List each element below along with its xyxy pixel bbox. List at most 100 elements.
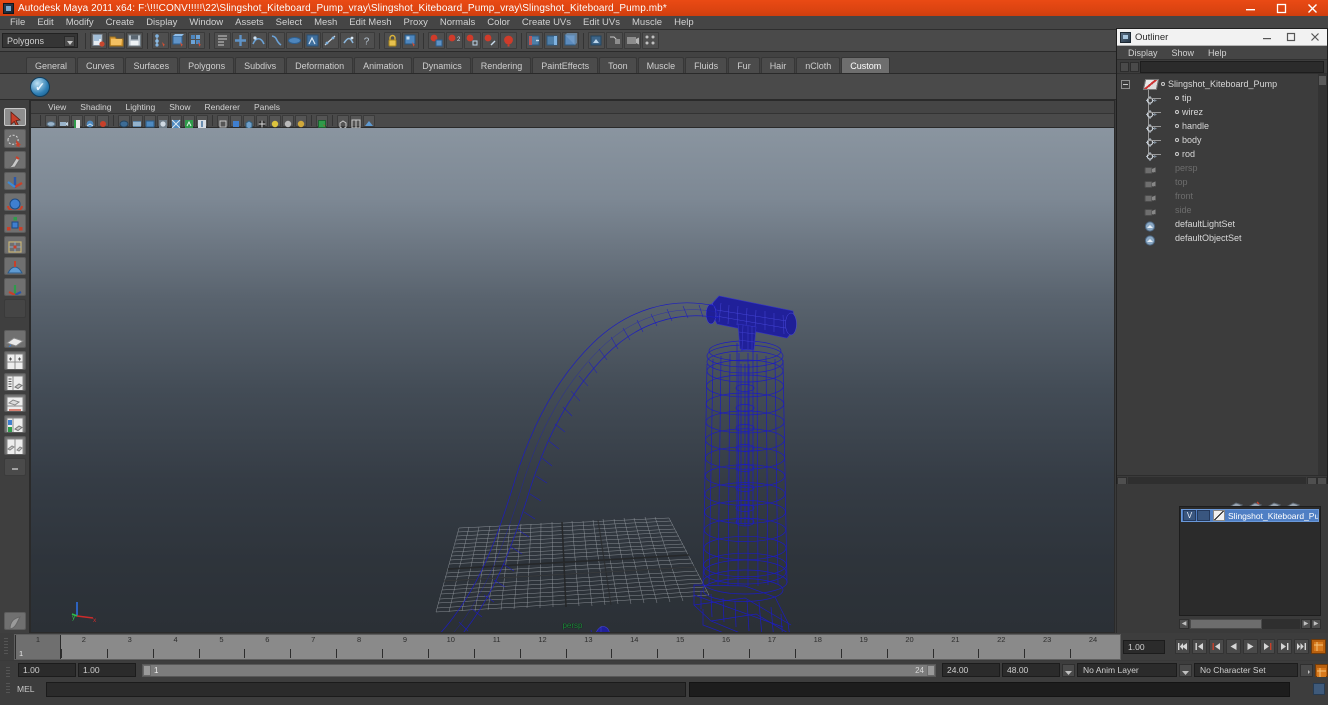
viewport-menu-view[interactable]: View	[41, 101, 73, 114]
single-perspective-layout[interactable]	[3, 330, 26, 349]
rotate-tool[interactable]	[3, 193, 26, 212]
command-language-label[interactable]: MEL	[17, 684, 43, 694]
outliner-item-wirez[interactable]: wirez	[1117, 105, 1327, 119]
select-by-component-type-button[interactable]	[188, 32, 205, 49]
menu-normals[interactable]: Normals	[434, 16, 481, 30]
layer-playback-toggle[interactable]	[1197, 510, 1210, 521]
hypergraph-button[interactable]	[606, 32, 623, 49]
shelf-tab-surfaces[interactable]: Surfaces	[124, 57, 179, 73]
menu-set-dropdown[interactable]: Polygons	[2, 33, 78, 48]
viewport-menu-renderer[interactable]: Renderer	[198, 101, 247, 114]
last-tool-used[interactable]	[3, 299, 26, 318]
render-settings-button[interactable]	[482, 32, 499, 49]
panel-layout-icon[interactable]	[350, 114, 362, 128]
scrollbar-thumb[interactable]	[1319, 76, 1326, 85]
soft-modification-tool[interactable]	[3, 256, 26, 275]
range-start-handle[interactable]	[143, 664, 151, 676]
menu-edit[interactable]: Edit	[31, 16, 59, 30]
help-button[interactable]: ?	[358, 32, 375, 49]
shelf-tab-rendering[interactable]: Rendering	[471, 57, 532, 73]
image-plane-icon[interactable]	[84, 114, 96, 127]
scrollbar-thumb[interactable]	[1190, 618, 1262, 629]
show-sidebar-left-button[interactable]	[526, 32, 543, 49]
menu-create-uvs[interactable]: Create UVs	[516, 16, 577, 30]
scale-tool[interactable]	[3, 214, 26, 233]
lasso-select-tool[interactable]	[3, 129, 26, 148]
menu-muscle[interactable]: Muscle	[626, 16, 668, 30]
snap-to-view-plane-button[interactable]	[286, 32, 303, 49]
snap-to-curve-button[interactable]	[250, 32, 267, 49]
playback-start-field[interactable]: 1.00	[78, 663, 136, 677]
make-live-button[interactable]	[340, 32, 357, 49]
outliner-item-front[interactable]: front	[1117, 189, 1327, 203]
smooth-shade-all-icon[interactable]	[243, 114, 255, 130]
select-tool[interactable]	[3, 108, 26, 127]
menu-mesh[interactable]: Mesh	[308, 16, 343, 30]
show-sidebar-right-button[interactable]	[544, 32, 561, 49]
outliner-item-rod[interactable]: rod	[1117, 147, 1327, 161]
film-gate-icon[interactable]	[131, 114, 143, 127]
xray-joints-icon[interactable]	[337, 114, 349, 130]
select-camera-icon[interactable]	[45, 114, 57, 127]
resolution-gate-icon[interactable]	[144, 114, 156, 127]
construction-history-button[interactable]	[304, 32, 321, 49]
auto-keyframe-icon[interactable]	[1315, 663, 1328, 677]
character-set-dropdown[interactable]: No Character Set	[1194, 663, 1298, 677]
chevron-down-icon[interactable]	[1062, 663, 1075, 677]
hypershade-persp-layout[interactable]	[3, 415, 26, 434]
render-region-button[interactable]	[464, 32, 481, 49]
select-by-hierarchy-button[interactable]	[152, 32, 169, 49]
step-back-key-icon[interactable]	[1192, 639, 1207, 654]
command-line-grip[interactable]	[2, 681, 14, 697]
current-time-field[interactable]: 1.00	[1123, 639, 1165, 654]
playback-end-field[interactable]: 24.00	[942, 663, 1000, 677]
shelf-tab-ncloth[interactable]: nCloth	[796, 57, 841, 73]
shelf-tab-deformation[interactable]: Deformation	[286, 57, 354, 73]
step-forward-frame-icon[interactable]	[1260, 639, 1275, 654]
shelf-tab-polygons[interactable]: Polygons	[179, 57, 235, 73]
command-input[interactable]	[46, 681, 686, 697]
shadows-icon[interactable]	[295, 114, 307, 127]
menu-help[interactable]: Help	[668, 16, 700, 30]
shelf-tab-general[interactable]: General	[26, 57, 77, 73]
outliner-menu-display[interactable]: Display	[1121, 46, 1165, 60]
scroll-end-arrow-icon[interactable]: ▶	[1311, 618, 1321, 629]
scrollbar-track[interactable]	[1190, 618, 1300, 629]
outliner-item-tip[interactable]: tip	[1117, 91, 1327, 105]
bookmark-icon[interactable]	[71, 114, 83, 128]
menu-window[interactable]: Window	[183, 16, 229, 30]
show-manipulator-toggle[interactable]	[588, 32, 605, 49]
outliner-item-top[interactable]: top	[1117, 175, 1327, 189]
shelf-tab-animation[interactable]: Animation	[354, 57, 413, 73]
shelf-tab-fur[interactable]: Fur	[728, 57, 760, 73]
shelf-tab-subdivs[interactable]: Subdivs	[235, 57, 286, 73]
outliner-item-slingshot-kiteboard-pump[interactable]: Slingshot_Kiteboard_Pump	[1117, 77, 1327, 91]
outliner-vertical-scrollbar[interactable]	[1318, 74, 1327, 475]
menu-file[interactable]: File	[4, 16, 31, 30]
shelf-tab-toon[interactable]: Toon	[599, 57, 637, 73]
snap-to-grid-button[interactable]	[232, 32, 249, 49]
hardware-texture-icon[interactable]	[256, 114, 268, 127]
viewport-menu-show[interactable]: Show	[162, 101, 197, 114]
more-layouts[interactable]	[3, 457, 26, 476]
new-layer-from-selected-icon[interactable]	[1248, 496, 1263, 509]
play-forwards-icon[interactable]	[1243, 639, 1258, 654]
range-start-field[interactable]: 1.00	[18, 663, 76, 677]
time-slider[interactable]: 1 1 2 3 4 5 6 7 8 9 10 11 12 13 14 15 16 17 18 19 20 21 22 23 2…	[14, 633, 1121, 660]
layer-list[interactable]: V Slingshot_Kiteboard_Pum	[1179, 506, 1321, 616]
script-editor-icon[interactable]	[1313, 683, 1325, 695]
outliner-item-body[interactable]: body	[1117, 133, 1327, 147]
range-slider[interactable]: 1 24	[142, 663, 936, 677]
menu-assets[interactable]: Assets	[229, 16, 270, 30]
outliner-item-side[interactable]: side	[1117, 203, 1327, 217]
scroll-right-arrow-icon[interactable]: ▶	[1301, 618, 1311, 629]
universal-manipulator-tool[interactable]	[3, 235, 26, 254]
save-scene-button[interactable]	[126, 32, 143, 49]
hud-icon[interactable]	[363, 114, 375, 127]
persp-graph-layout[interactable]	[3, 393, 26, 412]
show-manipulator-tool[interactable]	[3, 278, 26, 297]
go-to-start-icon[interactable]	[1175, 639, 1190, 654]
outliner-item-persp[interactable]: persp	[1117, 161, 1327, 175]
select-by-object-type-button[interactable]	[170, 32, 187, 49]
use-default-light-icon[interactable]	[269, 114, 281, 127]
